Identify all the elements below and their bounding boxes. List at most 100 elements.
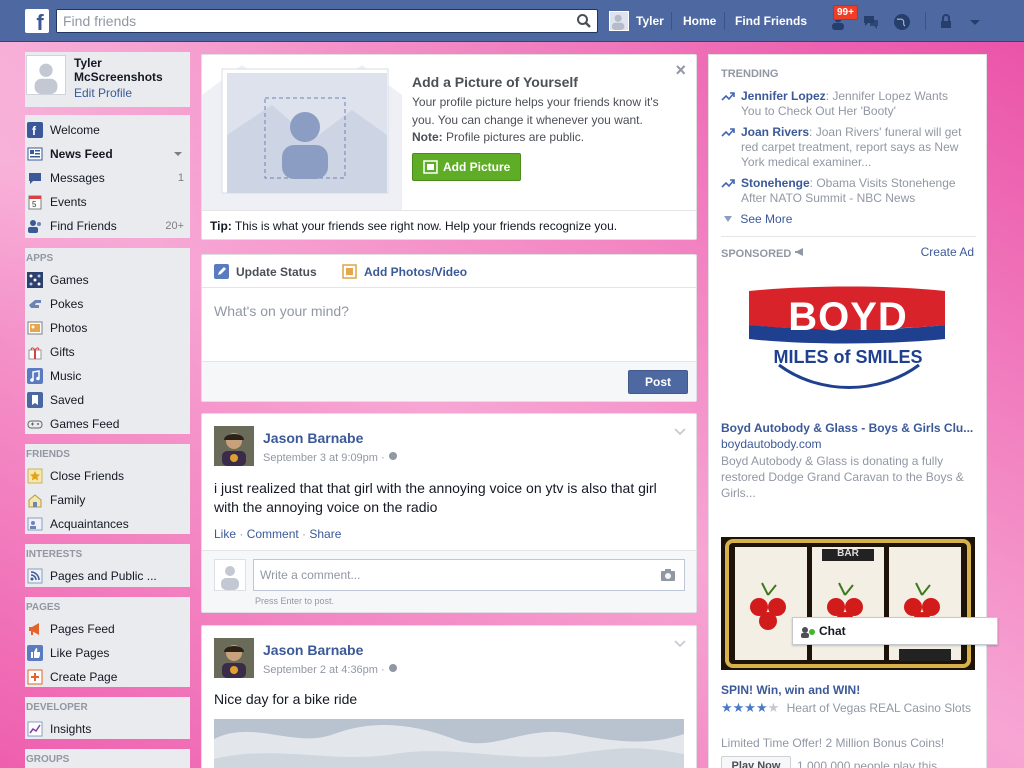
slots-ad-image[interactable]: BAR — [721, 537, 975, 670]
nav-item-acquaintances[interactable]: Acquaintances — [25, 512, 190, 536]
facebook-logo[interactable]: f — [25, 9, 49, 33]
chevron-down-icon[interactable] — [174, 152, 182, 156]
megaphone-icon — [795, 248, 804, 256]
search-input[interactable] — [57, 10, 557, 32]
nav-item-photos[interactable]: Photos — [25, 316, 190, 340]
trending-item[interactable]: Stonehenge: Obama Visits Stonehenge Afte… — [721, 176, 971, 206]
welcome-icon: f — [27, 122, 43, 138]
messages-icon[interactable] — [861, 12, 881, 32]
profile-summary: Tyler McScreenshots Edit Profile — [25, 52, 190, 107]
nav-item-pages-feed[interactable]: Pages Feed — [25, 617, 190, 641]
trending-item[interactable]: Joan Rivers: Joan Rivers' funeral will g… — [721, 125, 971, 170]
post-author[interactable]: Jason Barnabe — [263, 430, 363, 446]
like-link[interactable]: Like — [214, 527, 236, 541]
main-nav: f Welcome News Feed Messages 1 5 Events … — [25, 115, 190, 238]
create-ad-link[interactable]: Create Ad — [921, 245, 974, 259]
divider — [721, 236, 976, 237]
comment-link[interactable]: Comment — [247, 527, 299, 541]
status-input[interactable]: What's on your mind? — [214, 303, 349, 319]
nav-item-games[interactable]: Games — [25, 268, 190, 292]
camera-icon[interactable] — [660, 568, 676, 582]
share-link[interactable]: Share — [309, 527, 341, 541]
nav-item-find-friends[interactable]: Find Friends 20+ — [25, 214, 190, 238]
boyd-ad-image[interactable]: BOYD MILES of SMILES — [721, 271, 975, 405]
close-icon[interactable]: × — [675, 61, 686, 79]
friends-section: FRIENDS Close Friends Family Acquaintanc… — [25, 444, 190, 534]
nav-item-saved[interactable]: Saved — [25, 388, 190, 412]
chevron-down-icon[interactable] — [965, 12, 985, 32]
trending-icon — [721, 179, 735, 188]
messages-icon — [29, 173, 41, 184]
nav-item-music[interactable]: Music — [25, 364, 190, 388]
chevron-down-icon[interactable] — [674, 428, 686, 436]
music-icon — [27, 368, 43, 384]
globe-icon[interactable] — [892, 12, 912, 32]
post-author[interactable]: Jason Barnabe — [263, 642, 363, 658]
ad-title[interactable]: SPIN! Win, win and WIN! — [721, 683, 860, 697]
top-avatar[interactable] — [609, 11, 629, 31]
post-timestamp[interactable]: September 2 at 4:36pm · — [263, 663, 398, 676]
commenter-avatar — [214, 559, 246, 591]
sponsored-heading: SPONSORED — [721, 247, 806, 260]
divider — [202, 287, 696, 288]
update-status-tab[interactable]: Update Status — [214, 264, 317, 279]
add-picture-button[interactable]: Add Picture — [412, 153, 521, 181]
author-avatar[interactable] — [214, 426, 254, 466]
add-picture-tip: Tip: This is what your friends see right… — [210, 219, 618, 233]
post-button[interactable]: Post — [628, 370, 688, 394]
chat-status-icon — [801, 627, 815, 638]
trending-item[interactable]: Jennifer Lopez: Jennifer Lopez Wants You… — [721, 89, 971, 119]
chat-bar[interactable]: Chat — [792, 617, 998, 645]
top-profile-link[interactable]: Tyler — [636, 14, 664, 28]
chevron-down-icon[interactable] — [674, 640, 686, 648]
notification-badge: 99+ — [833, 5, 858, 20]
edit-profile-link[interactable]: Edit Profile — [74, 86, 132, 100]
pokes-icon — [29, 300, 41, 308]
acquaintances-icon — [27, 517, 43, 531]
search-box[interactable] — [56, 9, 598, 33]
trending-heading: TRENDING — [721, 68, 779, 80]
nav-item-welcome[interactable]: f Welcome — [25, 118, 190, 142]
comment-input[interactable]: Write a comment... — [253, 559, 685, 591]
ad-url[interactable]: boydautobody.com — [721, 437, 822, 451]
add-photos-tab[interactable]: Add Photos/Video — [342, 264, 467, 279]
ad-rating: ★★★★★ Heart of Vegas REAL Casino Slots — [721, 700, 971, 715]
profile-name[interactable]: Tyler McScreenshots — [74, 56, 189, 84]
nav-item-pokes[interactable]: Pokes — [25, 292, 190, 316]
thumbs-up-icon — [27, 645, 43, 661]
nav-item-like-pages[interactable]: Like Pages — [25, 641, 190, 665]
nav-item-pages-public[interactable]: Pages and Public ... — [25, 564, 190, 588]
boyd-logo-text: BOYD — [788, 295, 908, 339]
post-photo[interactable] — [214, 719, 684, 768]
nav-item-messages[interactable]: Messages 1 — [25, 166, 190, 190]
nav-item-insights[interactable]: Insights — [25, 717, 190, 741]
see-more-link[interactable]: See More — [723, 212, 792, 226]
author-avatar[interactable] — [214, 638, 254, 678]
family-icon — [28, 494, 42, 508]
play-now-button[interactable]: Play Now — [721, 756, 791, 768]
nav-item-family[interactable]: Family — [25, 488, 190, 512]
search-icon[interactable] — [576, 13, 592, 29]
nav-item-close-friends[interactable]: Close Friends — [25, 464, 190, 488]
pages-heading: PAGES — [25, 597, 190, 617]
profile-picture[interactable] — [26, 55, 66, 95]
find-friends-link[interactable]: Find Friends — [735, 14, 807, 28]
caret-down-icon — [724, 216, 732, 222]
add-picture-note: Note: Profile pictures are public. — [412, 130, 585, 144]
create-page-icon — [27, 669, 43, 685]
saved-icon — [27, 392, 43, 408]
nav-item-events[interactable]: 5 Events — [25, 190, 190, 214]
post-timestamp[interactable]: September 3 at 9:09pm · — [263, 451, 398, 464]
privacy-shortcuts-icon[interactable] — [938, 12, 958, 32]
home-link[interactable]: Home — [683, 14, 716, 28]
top-bar: f Tyler Home Find Friends 99+ — [0, 0, 1024, 42]
developer-heading: DEVELOPER — [25, 697, 190, 717]
profile-placeholder-art — [202, 55, 402, 210]
nav-item-create-page[interactable]: Create Page — [25, 665, 190, 689]
nav-item-news-feed[interactable]: News Feed — [25, 142, 190, 166]
ad-title[interactable]: Boyd Autobody & Glass - Boys & Girls Clu… — [721, 421, 976, 435]
insights-icon — [27, 721, 43, 737]
nav-item-gifts[interactable]: Gifts — [25, 340, 190, 364]
developer-section: DEVELOPER Insights — [25, 697, 190, 739]
nav-item-games-feed[interactable]: Games Feed — [25, 412, 190, 436]
